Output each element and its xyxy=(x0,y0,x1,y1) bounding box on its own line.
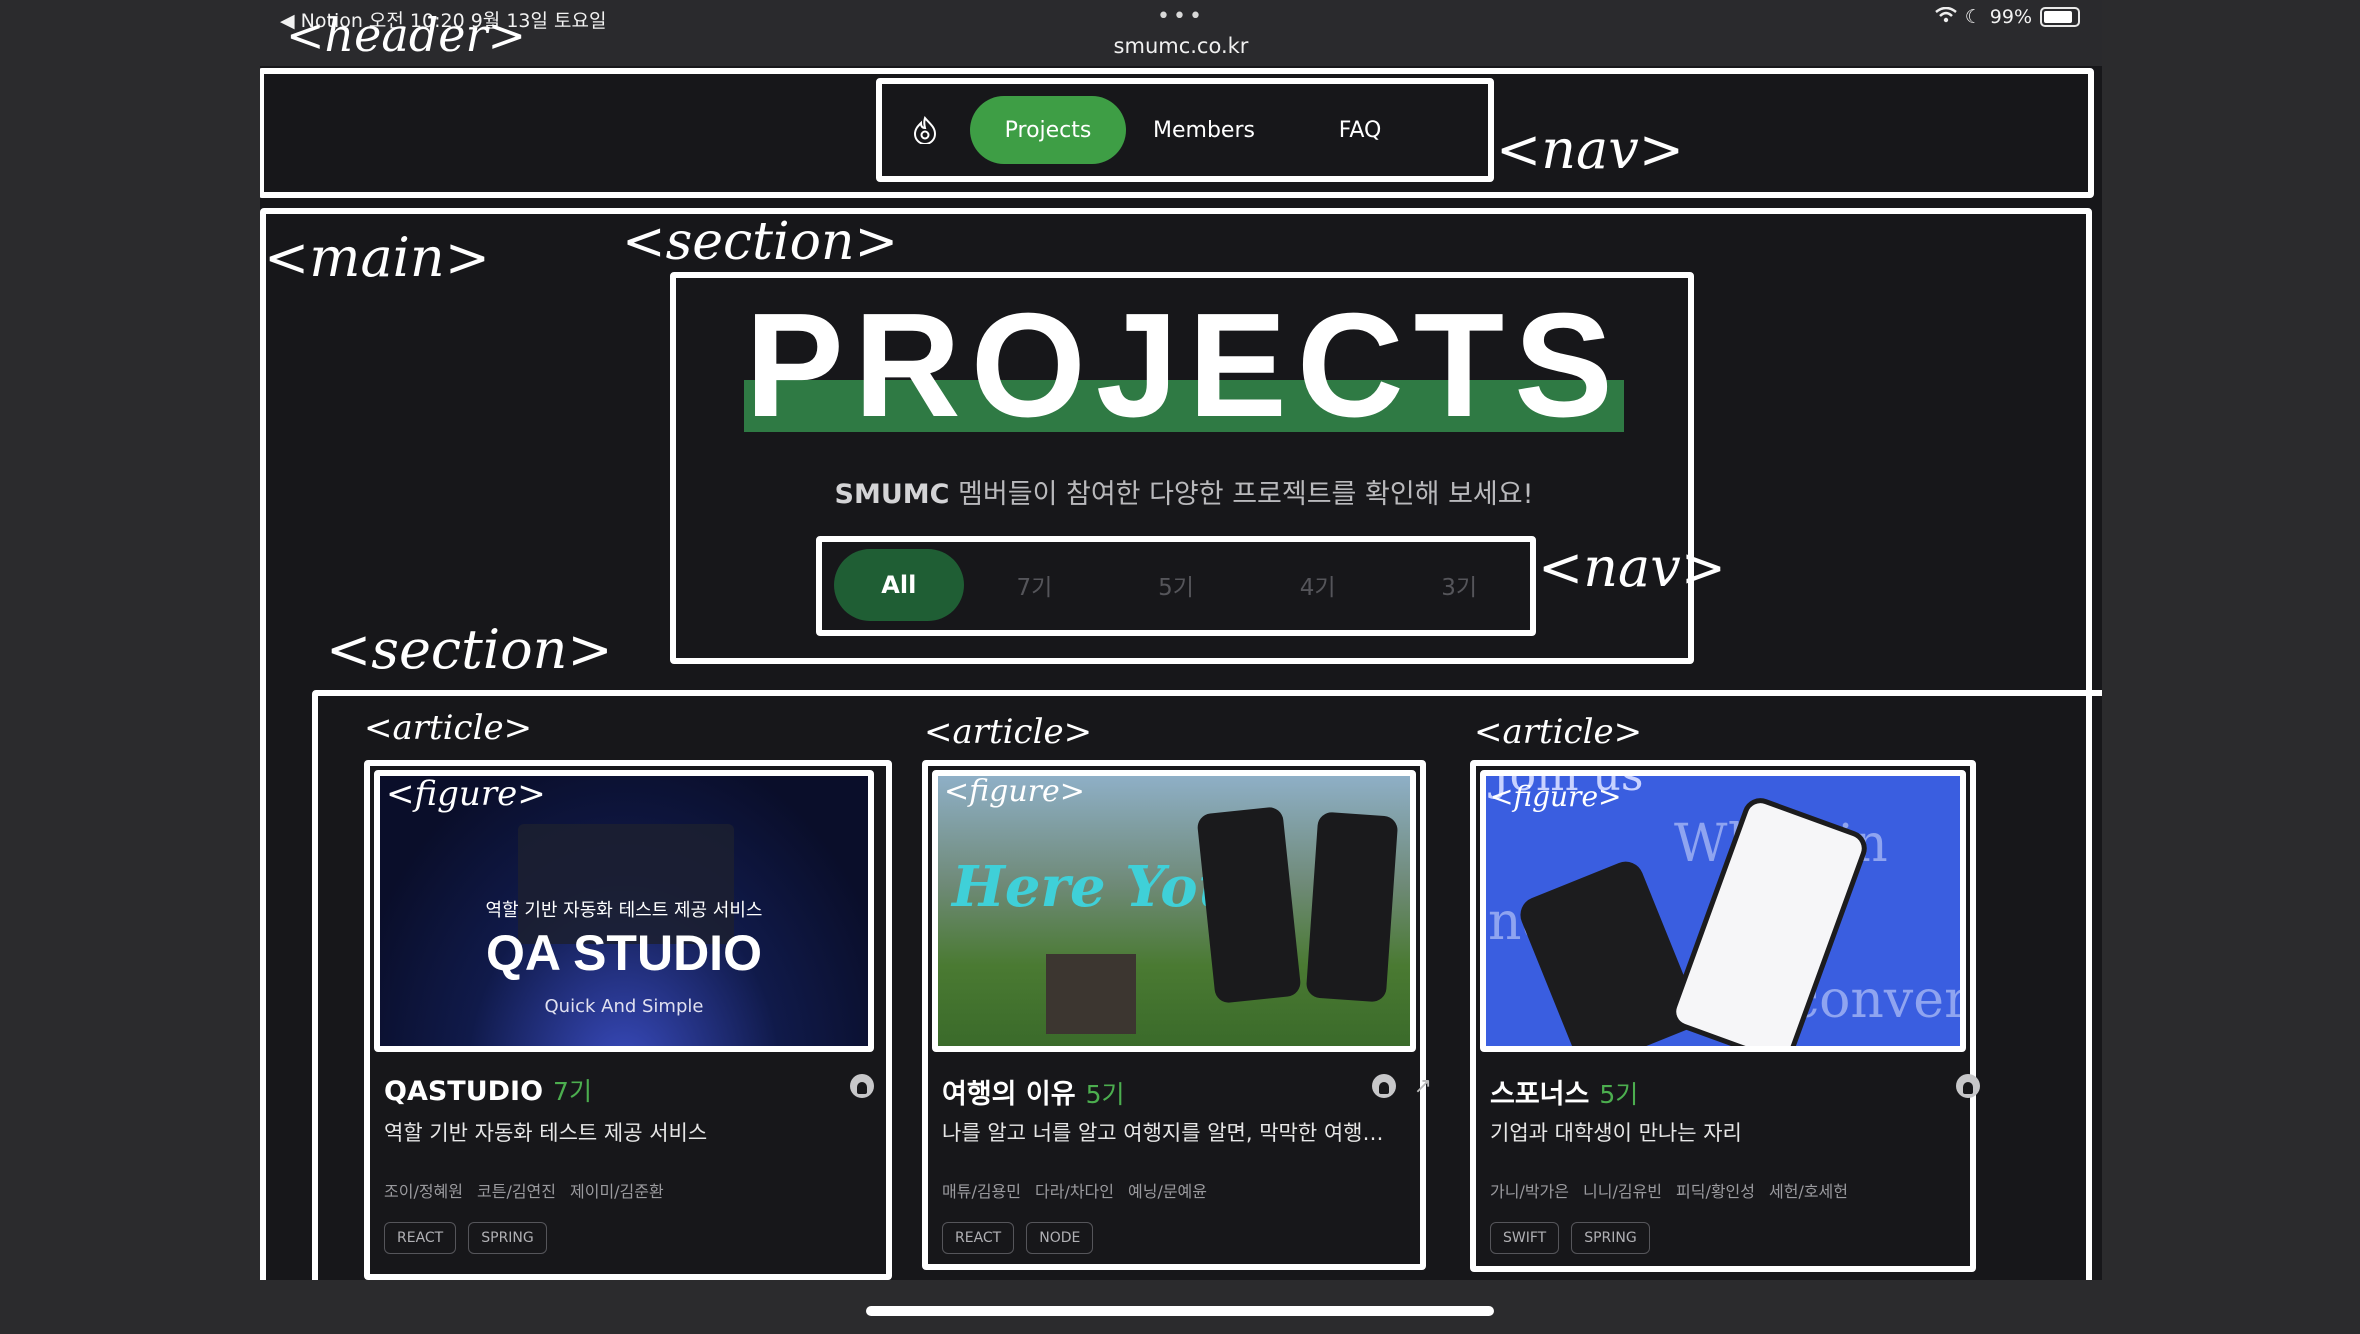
logo-icon[interactable] xyxy=(880,100,970,160)
article-annotation-3: <article> xyxy=(1474,712,1643,752)
status-right: ☾ 99% xyxy=(1934,6,2080,28)
member: 다라/차다인 xyxy=(1035,1182,1114,1201)
battery-percent: 99% xyxy=(1989,6,2032,28)
projects-section-annotation: <section> xyxy=(326,618,613,681)
home-indicator[interactable] xyxy=(866,1306,1494,1316)
member: 가니/박가은 xyxy=(1490,1182,1569,1201)
project-title: 스포너스 5기 xyxy=(1490,1072,1638,1111)
subtitle-text: 멤버들이 참여한 다양한 프로젝트를 확인해 보세요! xyxy=(949,479,1534,510)
project-card[interactable]: Here You <figure> 여행의 이유 5기 ↗ 나를 알고 너를 알고… xyxy=(922,760,1450,1270)
article-annotation-1: <article> xyxy=(364,708,533,748)
filter-5[interactable]: 5기 xyxy=(1105,549,1247,621)
project-name: QASTUDIO xyxy=(384,1076,544,1107)
member: 세헌/호세헌 xyxy=(1769,1182,1848,1201)
project-name: 스포너스 xyxy=(1490,1079,1590,1110)
project-description: 역할 기반 자동화 테스트 제공 서비스 xyxy=(384,1121,708,1145)
wifi-icon xyxy=(1934,6,1957,28)
project-description: 나를 알고 너를 알고 여행지를 알면, 막막한 여행도 ... xyxy=(942,1121,1402,1145)
battery-icon xyxy=(2040,7,2080,27)
member: 제이미/김준환 xyxy=(570,1182,664,1201)
figure-annotation-3: <figure> xyxy=(1490,780,1622,813)
page-title-wrap: PROJECTS xyxy=(744,292,1624,440)
figure-annotation-1: <figure> xyxy=(386,774,546,814)
project-members: 매튜/김용민 다라/차다인 예닝/문예윤 xyxy=(942,1178,1207,1202)
tech-tag: SWIFT xyxy=(1490,1222,1560,1254)
github-icon[interactable] xyxy=(850,1074,874,1098)
tech-tags: REACT SPRING xyxy=(384,1222,547,1254)
project-members: 조이/정혜원 코튼/김연진 제이미/김준환 xyxy=(384,1178,664,1202)
filter-4[interactable]: 4기 xyxy=(1247,549,1389,621)
page-subtitle: SMUMC 멤버들이 참여한 다양한 프로젝트를 확인해 보세요! xyxy=(744,472,1624,511)
filter-7[interactable]: 7기 xyxy=(964,549,1106,621)
member: 피딕/황인성 xyxy=(1676,1182,1755,1201)
nav-projects[interactable]: Projects xyxy=(970,96,1126,164)
tech-tags: SWIFT SPRING xyxy=(1490,1222,1650,1254)
project-generation: 7기 xyxy=(553,1077,592,1106)
filter-nav-annotation: <nav> xyxy=(1538,536,1726,599)
project-name: 여행의 이유 xyxy=(942,1079,1076,1110)
project-card[interactable]: Join us Wh usin nd s converg <figure> 스포… xyxy=(1470,760,1998,1272)
generation-filter: All 7기 5기 4기 3기 xyxy=(822,542,1530,628)
figure-outline xyxy=(932,770,1416,1052)
tech-tag: SPRING xyxy=(468,1222,547,1254)
tech-tag: REACT xyxy=(384,1222,457,1254)
tech-tag: SPRING xyxy=(1571,1222,1650,1254)
nav-annotation: <nav> xyxy=(1496,118,1684,181)
project-description: 기업과 대학생이 만나는 자리 xyxy=(1490,1121,1742,1145)
subtitle-brand: SMUMC xyxy=(834,479,950,510)
member: 예닝/문예윤 xyxy=(1128,1182,1207,1201)
filter-all[interactable]: All xyxy=(834,549,964,621)
figure-annotation-2: <figure> xyxy=(944,774,1085,809)
github-icon[interactable] xyxy=(1956,1074,1980,1098)
nav-members[interactable]: Members xyxy=(1126,96,1282,164)
moon-icon: ☾ xyxy=(1964,6,1982,28)
section-annotation: <section> xyxy=(622,212,899,272)
project-generation: 5기 xyxy=(1599,1080,1639,1109)
tech-tags: REACT NODE xyxy=(942,1222,1094,1254)
project-title: QASTUDIO 7기 xyxy=(384,1072,592,1108)
member: 조이/정혜원 xyxy=(384,1182,463,1201)
project-card[interactable]: 역할 기반 자동화 테스트 제공 서비스 QA STUDIO Quick And… xyxy=(364,760,892,1280)
main-annotation: <main> xyxy=(264,226,490,289)
card-links: ↗ xyxy=(1371,1074,1432,1099)
member: 코튼/김연진 xyxy=(477,1182,556,1201)
filter-3[interactable]: 3기 xyxy=(1388,549,1530,621)
project-title: 여행의 이유 5기 xyxy=(942,1072,1125,1111)
browser-screen: ◀ Notion 오전 10:20 9월 13일 토요일 ••• smumc.c… xyxy=(260,0,2102,1280)
card-links xyxy=(850,1074,874,1098)
github-icon[interactable] xyxy=(1371,1074,1396,1098)
article-annotation-2: <article> xyxy=(924,712,1093,752)
top-nav: Projects Members FAQ xyxy=(880,82,1490,178)
project-members: 가니/박가은 니니/김유빈 피딕/황인성 세헌/호세헌 xyxy=(1490,1178,1848,1202)
url-bar[interactable]: smumc.co.kr xyxy=(260,34,2102,58)
member: 매튜/김용민 xyxy=(942,1182,1021,1201)
tech-tag: REACT xyxy=(942,1222,1015,1254)
status-bar: ◀ Notion 오전 10:20 9월 13일 토요일 ••• smumc.c… xyxy=(260,0,2102,66)
member: 니니/김유빈 xyxy=(1583,1182,1662,1201)
card-links xyxy=(1956,1074,1980,1098)
nav-faq[interactable]: FAQ xyxy=(1282,96,1438,164)
external-link-icon[interactable]: ↗ xyxy=(1414,1074,1432,1099)
header-annotation: <header> xyxy=(286,8,527,62)
more-dots[interactable]: ••• xyxy=(260,4,2102,29)
project-generation: 5기 xyxy=(1085,1080,1125,1109)
page-title: PROJECTS xyxy=(745,283,1623,448)
tech-tag: NODE xyxy=(1026,1222,1094,1254)
